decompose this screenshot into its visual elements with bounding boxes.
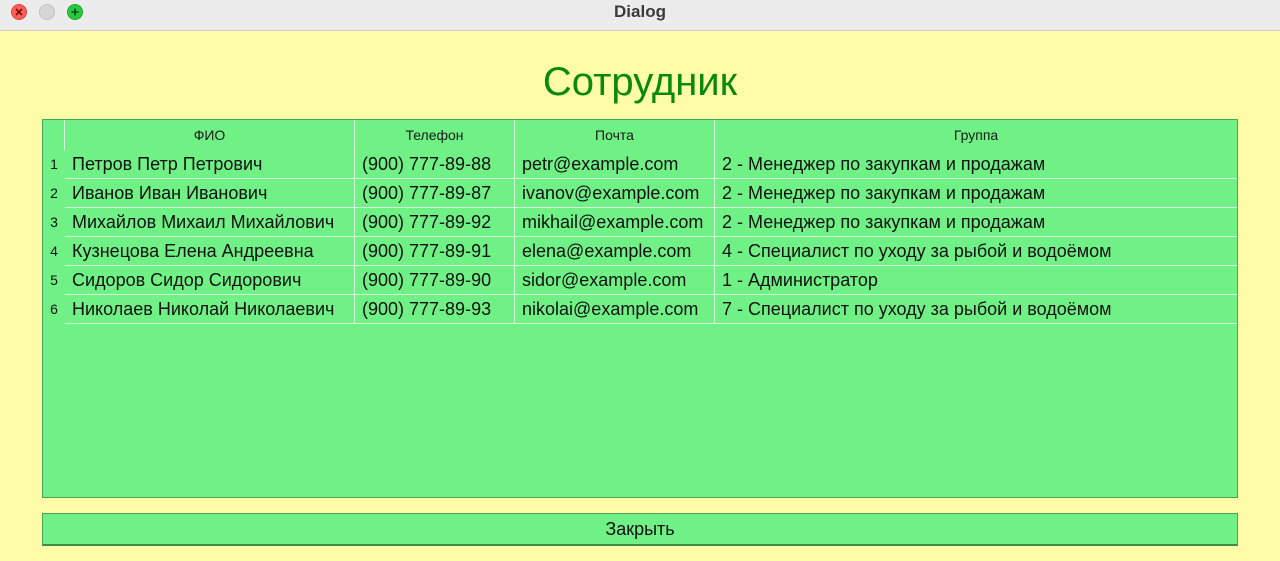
cell-fio[interactable]: Кузнецова Елена Андреевна [65, 237, 355, 266]
table-row[interactable]: 6 Николаев Николай Николаевич (900) 777-89… [43, 295, 1237, 324]
cell-fio[interactable]: Михайлов Михаил Михайлович [65, 208, 355, 237]
cell-phone[interactable]: (900) 777-89-87 [355, 179, 515, 208]
window-titlebar: Dialog [0, 0, 1280, 31]
table-row[interactable]: 4 Кузнецова Елена Андреевна (900) 777-89-9… [43, 237, 1237, 266]
row-number[interactable]: 2 [43, 179, 65, 208]
cell-email[interactable]: ivanov@example.com [515, 179, 715, 208]
cell-group[interactable]: 1 - Администратор [715, 266, 1237, 295]
page-title: Сотрудник [542, 60, 738, 104]
cell-email[interactable]: nikolai@example.com [515, 295, 715, 324]
column-header-group[interactable]: Группа [715, 120, 1237, 150]
cell-email[interactable]: elena@example.com [515, 237, 715, 266]
cell-fio[interactable]: Николаев Николай Николаевич [65, 295, 355, 324]
table-row[interactable]: 1 Петров Петр Петрович (900) 777-89-88 petr… [43, 150, 1237, 179]
column-header-fio[interactable]: ФИО [65, 120, 355, 150]
cell-group[interactable]: 2 - Менеджер по закупкам и продажам [715, 150, 1237, 179]
cell-group[interactable]: 2 - Менеджер по закупкам и продажам [715, 208, 1237, 237]
cell-phone[interactable]: (900) 777-89-91 [355, 237, 515, 266]
employees-table[interactable]: ФИО Телефон Почта Группа 1 Петров Петр Пе… [42, 119, 1238, 498]
cell-fio[interactable]: Петров Петр Петрович [65, 150, 355, 179]
table-row[interactable]: 3 Михайлов Михаил Михайлович (900) 777-89-… [43, 208, 1237, 237]
cell-phone[interactable]: (900) 777-89-90 [355, 266, 515, 295]
table-row[interactable]: 2 Иванов Иван Иванович (900) 777-89-87 ivan… [43, 179, 1237, 208]
corner-header [43, 120, 65, 150]
window-title: Dialog [614, 2, 666, 21]
close-button[interactable]: Закрыть [42, 513, 1238, 546]
row-number[interactable]: 5 [43, 266, 65, 295]
row-number[interactable]: 1 [43, 150, 65, 179]
table-row[interactable]: 5 Сидоров Сидор Сидорович (900) 777-89-90 s… [43, 266, 1237, 295]
cell-email[interactable]: petr@example.com [515, 150, 715, 179]
column-header-phone[interactable]: Телефон [355, 120, 515, 150]
cell-phone[interactable]: (900) 777-89-88 [355, 150, 515, 179]
cell-phone[interactable]: (900) 777-89-93 [355, 295, 515, 324]
cell-group[interactable]: 2 - Менеджер по закупкам и продажам [715, 179, 1237, 208]
column-header-email[interactable]: Почта [515, 120, 715, 150]
row-number[interactable]: 6 [43, 295, 65, 324]
cell-group[interactable]: 7 - Специалист по уходу за рыбой и водоё… [715, 295, 1237, 324]
row-number[interactable]: 4 [43, 237, 65, 266]
cell-phone[interactable]: (900) 777-89-92 [355, 208, 515, 237]
cell-email[interactable]: mikhail@example.com [515, 208, 715, 237]
cell-fio[interactable]: Иванов Иван Иванович [65, 179, 355, 208]
cell-fio[interactable]: Сидоров Сидор Сидорович [65, 266, 355, 295]
row-number[interactable]: 3 [43, 208, 65, 237]
cell-email[interactable]: sidor@example.com [515, 266, 715, 295]
cell-group[interactable]: 4 - Специалист по уходу за рыбой и водоё… [715, 237, 1237, 266]
